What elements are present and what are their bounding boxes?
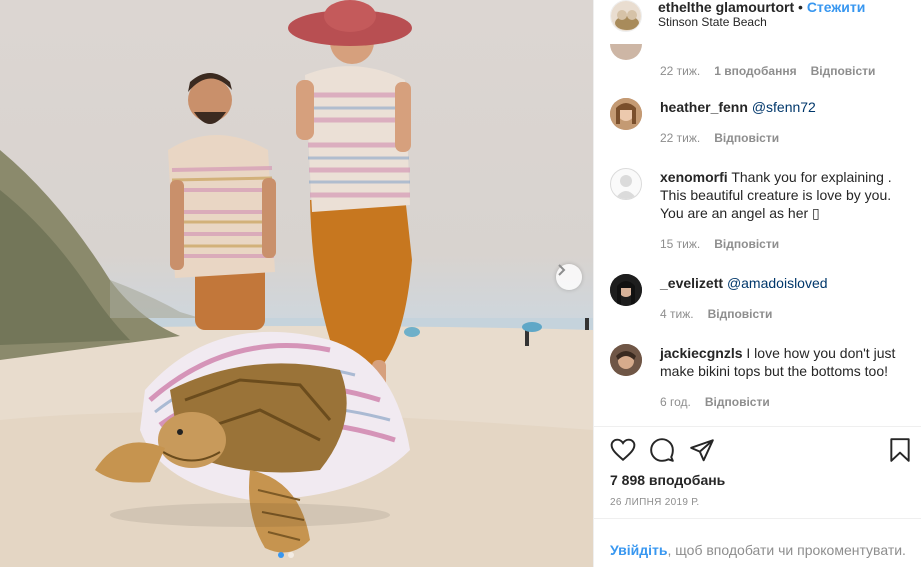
location-link[interactable]: Stinson State Beach [658, 15, 767, 29]
post-header: ethelthe glamourtort • Стежити Stinson S… [594, 0, 921, 44]
reply-button[interactable]: Відповісти [708, 307, 773, 321]
author-line: ethelthe glamourtort • Стежити [658, 0, 865, 15]
avatar-image [610, 274, 642, 306]
comment-time[interactable]: 6 год. [660, 395, 691, 409]
beach-tortoise-illustration [0, 0, 593, 567]
author-avatar-image [611, 1, 641, 31]
reply-button[interactable]: Відповісти [714, 237, 779, 251]
commenter-avatar[interactable] [610, 274, 642, 306]
comment-time[interactable]: 22 тиж. [660, 64, 700, 78]
commenter-avatar[interactable] [610, 344, 642, 376]
carousel-next-button[interactable] [556, 264, 582, 290]
comment-time[interactable]: 15 тиж. [660, 237, 700, 251]
like-button[interactable] [610, 437, 636, 463]
carousel-dot-active [278, 552, 284, 558]
commenter-avatar[interactable] [610, 168, 642, 200]
heart-icon [610, 438, 636, 462]
commenter-avatar[interactable] [610, 44, 642, 60]
comment-button[interactable] [649, 437, 675, 463]
reply-button[interactable]: Відповісти [811, 64, 876, 78]
reply-button[interactable]: Відповісти [714, 131, 779, 145]
post-sidebar: ethelthe glamourtort • Стежити Stinson S… [593, 0, 921, 567]
author-avatar[interactable] [610, 0, 642, 32]
avatar-image [610, 344, 642, 376]
comment-username[interactable]: heather_fenn [660, 99, 748, 115]
carousel-dot [288, 552, 294, 558]
post-photo[interactable] [0, 0, 593, 567]
comment-username[interactable]: xenomorfi [660, 169, 728, 185]
carousel-dots [278, 552, 294, 558]
reply-button[interactable]: Відповісти [705, 395, 770, 409]
comment-body: jackiecgnzls I love how you don't just m… [660, 344, 910, 380]
default-avatar-icon [615, 175, 637, 199]
commenter-avatar[interactable] [610, 98, 642, 130]
avatar-image [610, 98, 642, 130]
chevron-right-icon [558, 264, 566, 276]
header-separator: • [794, 0, 807, 15]
comment-body: heather_fenn @sfenn72 [660, 98, 910, 116]
comments-list[interactable]: 22 тиж. 1 вподобання Відповісти heather_fe… [594, 44, 921, 426]
comment-mention[interactable]: @amadoisloved [727, 275, 828, 291]
comment-meta: 15 тиж. Відповісти [660, 237, 779, 251]
comment-likes[interactable]: 1 вподобання [714, 64, 796, 78]
post-actions: 7 898 вподобань 26 липня 2019 р. [594, 426, 921, 518]
save-button[interactable] [887, 437, 913, 463]
comment-username[interactable]: _evelizett [660, 275, 723, 291]
comment-body: _evelizett @amadoisloved [660, 274, 910, 292]
comment-meta: 6 год. Відповісти [660, 395, 770, 409]
comment-meta: 22 тиж. Відповісти [660, 131, 779, 145]
comment-icon [650, 438, 674, 462]
post-date[interactable]: 26 липня 2019 р. [610, 497, 699, 508]
comment-body: xenomorfi Thank you for explaining . Thi… [660, 168, 910, 222]
login-prompt-text: , щоб вподобати чи прокоментувати. [667, 542, 906, 558]
comment-mention[interactable]: @sfenn72 [752, 99, 816, 115]
login-prompt: Увійдіть, щоб вподобати чи прокоментуват… [594, 518, 921, 567]
comment-meta: 22 тиж. 1 вподобання Відповісти [660, 64, 875, 78]
bookmark-icon [890, 438, 910, 462]
author-username[interactable]: ethelthe glamourtort [658, 0, 794, 15]
share-button[interactable] [689, 437, 715, 463]
share-icon [690, 439, 714, 462]
comment-time[interactable]: 22 тиж. [660, 131, 700, 145]
comment-time[interactable]: 4 тиж. [660, 307, 694, 321]
likes-count[interactable]: 7 898 вподобань [610, 472, 725, 488]
login-link[interactable]: Увійдіть [610, 542, 668, 558]
comment-meta: 4 тиж. Відповісти [660, 307, 772, 321]
comment-username[interactable]: jackiecgnzls [660, 345, 743, 361]
follow-button[interactable]: Стежити [807, 0, 866, 15]
